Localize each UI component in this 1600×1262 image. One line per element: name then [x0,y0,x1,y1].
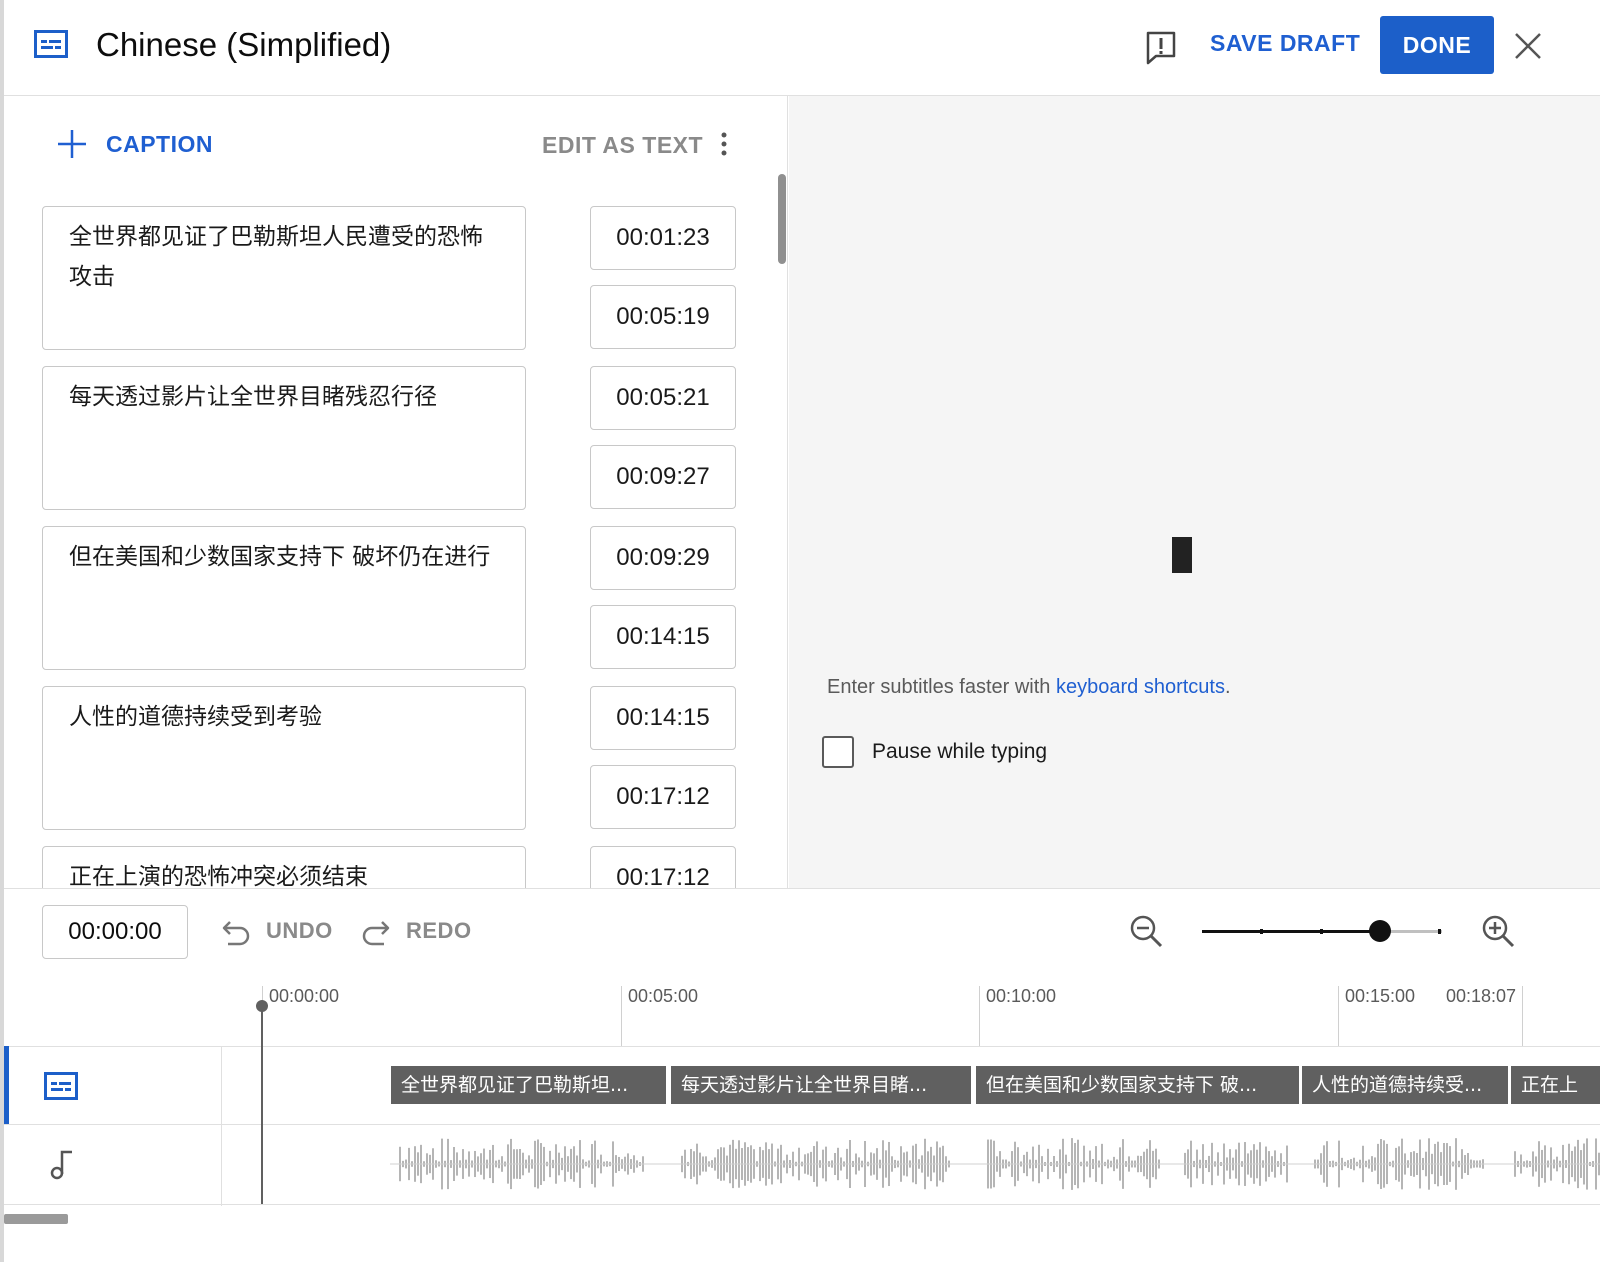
ruler-tick-end: 00:18:07 [1440,986,1524,1046]
music-note-icon [50,1150,72,1180]
undo-icon [222,921,250,946]
caption-editor-panel: CAPTION EDIT AS TEXT 全世界都见证了巴勒斯坦人民遭受的恐怖攻… [4,96,788,888]
edit-as-text-button[interactable]: EDIT AS TEXT [542,132,703,159]
editor-scrollbar[interactable] [778,174,786,264]
page-title: Chinese (Simplified) [96,26,392,63]
caption-end-time[interactable]: 00:05:19 [590,285,736,349]
ruler-tick: 00:05:00 [621,986,698,1046]
caption-row: 正在上演的恐怖冲突必须结束 00:17:12 [42,846,742,888]
caption-row: 但在美国和少数国家支持下 破坏仍在进行 00:09:29 00:14:15 [42,526,742,672]
add-caption-label: CAPTION [106,130,213,157]
zoom-step-mark [1260,929,1263,934]
feedback-icon[interactable] [1144,30,1178,66]
caption-start-time[interactable]: 00:14:15 [590,686,736,750]
redo-button[interactable]: REDO [360,916,472,946]
current-time-field[interactable]: 00:00:00 [42,905,188,959]
audio-waveform [390,1138,1600,1190]
pause-while-typing-option[interactable]: Pause while typing [822,736,1047,768]
keyboard-shortcuts-link[interactable]: keyboard shortcuts [1056,676,1225,698]
done-button[interactable]: DONE [1380,16,1494,74]
caption-start-time[interactable]: 00:09:29 [590,526,736,590]
caption-clip[interactable]: 人性的道德持续受... [1302,1066,1508,1104]
caption-clip[interactable]: 正在上 [1511,1066,1600,1104]
subtitles-track-icon [44,1072,78,1100]
time-ruler: 00:00:00 00:05:00 00:10:00 00:15:00 00:1… [4,978,1600,1046]
caption-row: 人性的道德持续受到考验 00:14:15 00:17:12 [42,686,742,832]
zoom-slider-knob[interactable] [1368,920,1391,942]
save-draft-button[interactable]: SAVE DRAFT [1210,30,1360,57]
caption-end-time[interactable]: 00:14:15 [590,605,736,669]
pause-while-typing-checkbox[interactable] [822,736,854,768]
caption-start-time[interactable]: 00:17:12 [590,846,736,888]
video-cursor [1172,537,1192,573]
redo-label: REDO [406,918,472,943]
timeline: 00:00:00 00:05:00 00:10:00 00:15:00 00:1… [4,978,1600,1262]
ruler-tick: 00:10:00 [979,986,1056,1046]
timeline-scrollbar[interactable] [4,1214,68,1224]
redo-icon [362,921,390,946]
caption-start-time[interactable]: 00:01:23 [590,206,736,270]
undo-label: UNDO [266,918,333,943]
zoom-slider-fill [1202,930,1380,933]
caption-start-time[interactable]: 00:05:21 [590,366,736,430]
caption-end-time[interactable]: 00:17:12 [590,765,736,829]
undo-button[interactable]: UNDO [220,916,333,946]
caption-text-field[interactable]: 全世界都见证了巴勒斯坦人民遭受的恐怖攻击 [42,206,526,350]
playhead[interactable] [261,1008,263,1204]
caption-clip[interactable]: 但在美国和少数国家支持下 破... [976,1066,1299,1104]
caption-clip[interactable]: 每天透过影片让全世界目睹... [671,1066,971,1104]
caption-text-field[interactable]: 但在美国和少数国家支持下 破坏仍在进行 [42,526,526,670]
ruler-tick: 00:00:00 [262,986,339,1046]
video-preview-panel: Enter subtitles faster with keyboard sho… [789,96,1600,888]
caption-row: 全世界都见证了巴勒斯坦人民遭受的恐怖攻击 00:01:23 00:05:19 [42,206,742,352]
caption-text-field[interactable]: 每天透过影片让全世界目睹残忍行径 [42,366,526,510]
track-divider [4,1046,1600,1047]
track-divider [4,1204,1600,1205]
pause-while-typing-label: Pause while typing [872,740,1048,763]
timeline-toolbar: 00:00:00 UNDO REDO [4,888,1600,978]
shortcuts-hint: Enter subtitles faster with keyboard sho… [827,676,1231,698]
caption-row: 每天透过影片让全世界目睹残忍行径 00:05:21 00:09:27 [42,366,742,512]
close-icon[interactable] [1510,28,1546,64]
caption-clip[interactable]: 全世界都见证了巴勒斯坦... [391,1066,666,1104]
caption-text-field[interactable]: 正在上演的恐怖冲突必须结束 [42,846,526,888]
add-caption-button[interactable]: CAPTION [56,126,213,162]
zoom-slider[interactable] [1202,920,1442,942]
playhead-handle[interactable] [256,1000,268,1012]
more-options-icon[interactable] [712,128,736,160]
subtitles-icon [34,30,68,58]
track-divider [4,1124,1600,1125]
zoom-step-mark [1438,929,1441,934]
active-track-indicator [4,1046,9,1124]
caption-text-field[interactable]: 人性的道德持续受到考验 [42,686,526,830]
caption-end-time[interactable]: 00:09:27 [590,445,736,509]
editor-header: Chinese (Simplified) SAVE DRAFT DONE [4,0,1600,96]
ruler-tick: 00:15:00 [1338,986,1415,1046]
track-labels [4,1046,222,1206]
zoom-step-mark [1320,929,1323,934]
zoom-out-icon[interactable] [1128,913,1164,949]
zoom-in-icon[interactable] [1480,913,1516,949]
plus-icon [58,130,86,158]
